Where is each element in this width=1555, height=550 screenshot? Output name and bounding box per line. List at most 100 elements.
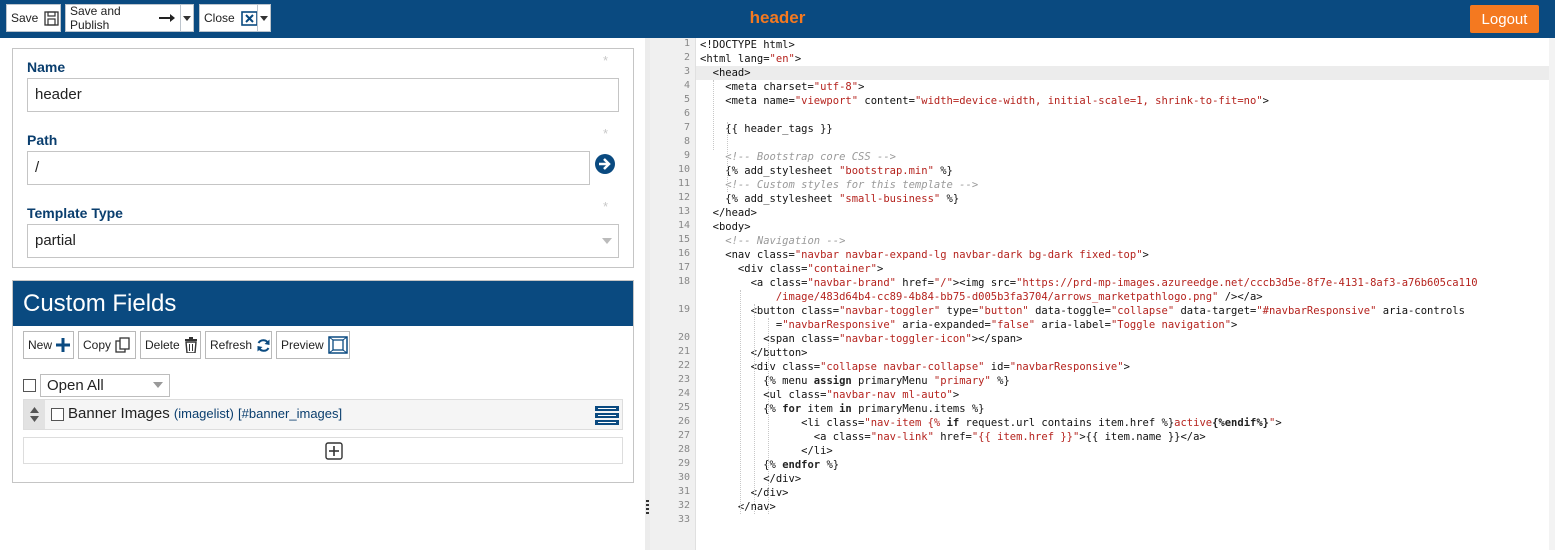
code-token: <meta name= [700, 95, 795, 107]
delete-field-button[interactable]: Delete [140, 331, 201, 359]
code-token: if [946, 417, 960, 429]
code-line: <a class="nav-link" href="{{ item.href }… [700, 430, 1206, 444]
code-token: "navbarResponsive" [1009, 361, 1124, 373]
code-token: "false" [990, 319, 1036, 331]
code-token: "navbar-toggler-icon" [839, 333, 972, 345]
line-number: 22 [677, 360, 690, 371]
code-token: <div class= [700, 361, 821, 373]
list-menu-icon[interactable] [595, 406, 619, 425]
code-token: "collapse navbar-collapse" [820, 361, 985, 373]
line-number: 31 [677, 486, 690, 497]
line-number: 7 [683, 122, 690, 133]
line-number: 9 [683, 150, 690, 161]
open-all-select[interactable]: Open All [40, 374, 170, 397]
code-line: /image/483d64b4-cc89-4b84-bb75-d005b3fa3… [700, 290, 1263, 304]
drag-sort-icon[interactable] [24, 400, 45, 429]
editor-scrollbar[interactable] [1549, 38, 1555, 550]
code-token: primaryMenu.items %} [851, 403, 985, 415]
line-number: 6 [683, 108, 690, 119]
new-field-button[interactable]: New [23, 331, 74, 359]
code-token: <meta charset= [700, 81, 814, 93]
code-token: "collapse" [1110, 305, 1175, 317]
line-number: 19 [677, 304, 690, 315]
template-type-select[interactable]: partial [27, 224, 619, 258]
code-token: "nav-link" [870, 431, 934, 443]
code-token: aria-controls [1376, 305, 1465, 317]
preview-button[interactable]: Preview [276, 331, 350, 359]
code-line: {% for item in primaryMenu.items %} [700, 402, 985, 416]
line-number: 12 [677, 192, 690, 203]
code-token: > [858, 81, 865, 93]
code-token: data-toggle= [1028, 305, 1111, 317]
code-line: {% add_stylesheet "small-business" %} [700, 192, 959, 206]
code-token: /></a> [1218, 291, 1263, 303]
code-token: <div class= [700, 263, 808, 275]
line-number: 33 [677, 514, 690, 525]
delete-label: Delete [145, 338, 180, 352]
code-token: >{{ item.name }}</a> [1079, 431, 1206, 443]
code-token: "navbar-nav ml-auto" [826, 389, 953, 401]
code-line: </div> [700, 486, 789, 500]
code-line: {% endfor %} [700, 458, 839, 472]
code-line: <li class="nav-item {% if request.url co… [700, 416, 1282, 430]
code-line: <head> [700, 66, 751, 80]
code-token: assign [813, 375, 852, 387]
code-token: <li class= [700, 417, 865, 429]
copy-field-button[interactable]: Copy [78, 331, 136, 359]
close-dropdown[interactable] [257, 4, 271, 32]
code-line: <div class="container"> [700, 262, 883, 276]
code-token: request.url contains item.href %} [959, 417, 1175, 429]
line-number: 32 [677, 500, 690, 511]
code-token: </div> [700, 473, 802, 485]
custom-field-row[interactable]: Banner Images (imagelist) [#banner_image… [23, 399, 623, 430]
code-line: ="navbarResponsive" aria-expanded="false… [700, 318, 1238, 332]
code-editor[interactable]: <!DOCTYPE html> <html lang="en"> <head> <… [700, 38, 1549, 550]
open-all-value: Open All [47, 377, 104, 394]
indent-guide [727, 122, 728, 192]
select-all-checkbox[interactable] [23, 379, 36, 392]
code-token: "bootstrap.min" [839, 165, 934, 177]
name-input[interactable]: header [27, 78, 619, 112]
splitter-grip-icon[interactable] [646, 500, 649, 514]
save-and-publish-button[interactable]: Save and Publish [65, 4, 181, 32]
code-token: aria-label= [1035, 319, 1111, 331]
go-arrow-icon[interactable] [594, 153, 616, 175]
line-number: 30 [677, 472, 690, 483]
code-token: "Toggle navigation" [1110, 319, 1232, 331]
code-token: "nav-item {% [864, 417, 947, 429]
code-token: </div> [700, 487, 789, 499]
add-box-icon[interactable] [325, 442, 343, 465]
line-number: 26 [677, 416, 690, 427]
path-input[interactable]: / [27, 151, 590, 185]
code-line: {% add_stylesheet "bootstrap.min" %} [700, 164, 953, 178]
code-token: <!-- Bootstrap core CSS --> [700, 151, 896, 163]
code-token: "navbar-brand" [807, 277, 896, 289]
close-button[interactable]: Close [199, 4, 258, 32]
save-button[interactable]: Save [6, 4, 61, 32]
required-marker: * [603, 53, 609, 68]
line-number: 20 [677, 332, 690, 343]
refresh-label: Refresh [210, 338, 253, 352]
top-toolbar: Save Save and Publish Close [0, 0, 1555, 38]
indent-guide [713, 80, 714, 150]
code-token: </li> [700, 445, 833, 457]
save-and-publish-dropdown[interactable] [180, 4, 194, 32]
code-token: = [700, 319, 783, 331]
code-line: <nav class="navbar navbar-expand-lg navb… [700, 248, 1149, 262]
row-checkbox[interactable] [51, 408, 64, 421]
code-token: ><img src= [952, 277, 1017, 289]
line-number: 2 [683, 52, 690, 63]
field-name: Banner Images [68, 405, 170, 422]
code-token: <nav class= [700, 249, 795, 261]
line-number: 17 [677, 262, 690, 273]
code-token: {% menu [700, 375, 814, 387]
indent-guide [754, 304, 755, 514]
code-line: </nav> [700, 500, 776, 514]
code-line: <div class="collapse navbar-collapse" id… [700, 360, 1130, 374]
path-label: Path [27, 132, 58, 148]
add-field-row[interactable] [23, 437, 623, 464]
refresh-button[interactable]: Refresh [205, 331, 272, 359]
code-token: <body> [700, 221, 751, 233]
logout-button[interactable]: Logout [1470, 5, 1539, 33]
code-line: <span class="navbar-toggler-icon"></span… [700, 332, 1022, 346]
